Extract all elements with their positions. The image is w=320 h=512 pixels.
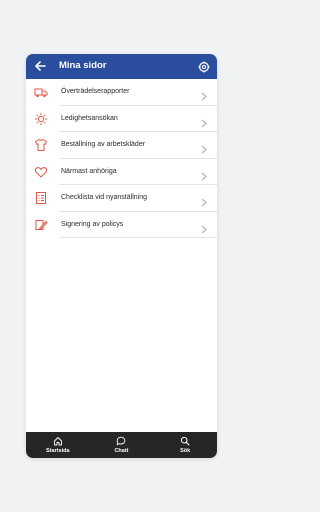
menu-item-signering-policys[interactable]: Signering av policys [26,212,217,238]
arrow-left-icon[interactable] [33,59,47,73]
menu-item-checklista-nyanstallning[interactable]: Checklista vid nyanställning [26,185,217,212]
menu-item-label: Närmast anhöriga [61,167,117,175]
menu-item-ledighetsansokan[interactable]: Ledighetsansökan [26,106,217,132]
menu-item-label: Checklista vid nyanställning [61,194,147,201]
divider [59,237,217,238]
search-icon [181,436,190,446]
checklist-icon [34,191,48,205]
menu-item-label: Signering av policys [61,220,124,228]
heart-icon [34,165,48,179]
bottom-tab-bar: Startsida Chatt Sök [26,432,217,458]
menu-item-narmast-anhoriga[interactable]: Närmast anhöriga [26,159,217,185]
gear-icon[interactable] [198,60,210,73]
sun-icon [34,112,48,126]
chat-icon [117,436,126,446]
tab-chatt[interactable]: Chatt [96,432,146,458]
menu-item-label: Beställning av arbetskläder [61,141,146,148]
truck-icon [34,85,48,99]
tab-label: Chatt [114,448,129,454]
menu-item-bestallning-arbetsklader[interactable]: Beställning av arbetskläder [26,132,217,159]
signature-icon [34,218,48,232]
page-title: Mina sidor [59,60,107,71]
chevron-right-icon [201,88,207,101]
header-bar: Mina sidor [26,54,217,79]
chevron-right-icon [201,115,207,127]
home-icon [53,437,62,446]
tab-label: Startsida [46,448,70,454]
chevron-right-icon [201,141,207,154]
tab-startsida[interactable]: Startsida [33,432,83,458]
tab-sok[interactable]: Sök [160,432,210,458]
chevron-right-icon [201,221,207,233]
tab-label: Sök [180,448,191,454]
shirt-icon [34,138,48,152]
chevron-right-icon [201,194,207,207]
chevron-right-icon [201,168,207,180]
app-screen: Mina sidor Överträdelserapporter Ledighe… [26,54,217,458]
menu-item-overtradelserapporter[interactable]: Överträdelserapporter [26,79,217,106]
menu-list: Överträdelserapporter Ledighetsansökan B… [26,79,217,238]
menu-item-label: Ledighetsansökan [61,114,118,122]
menu-item-label: Överträdelserapporter [61,88,130,95]
